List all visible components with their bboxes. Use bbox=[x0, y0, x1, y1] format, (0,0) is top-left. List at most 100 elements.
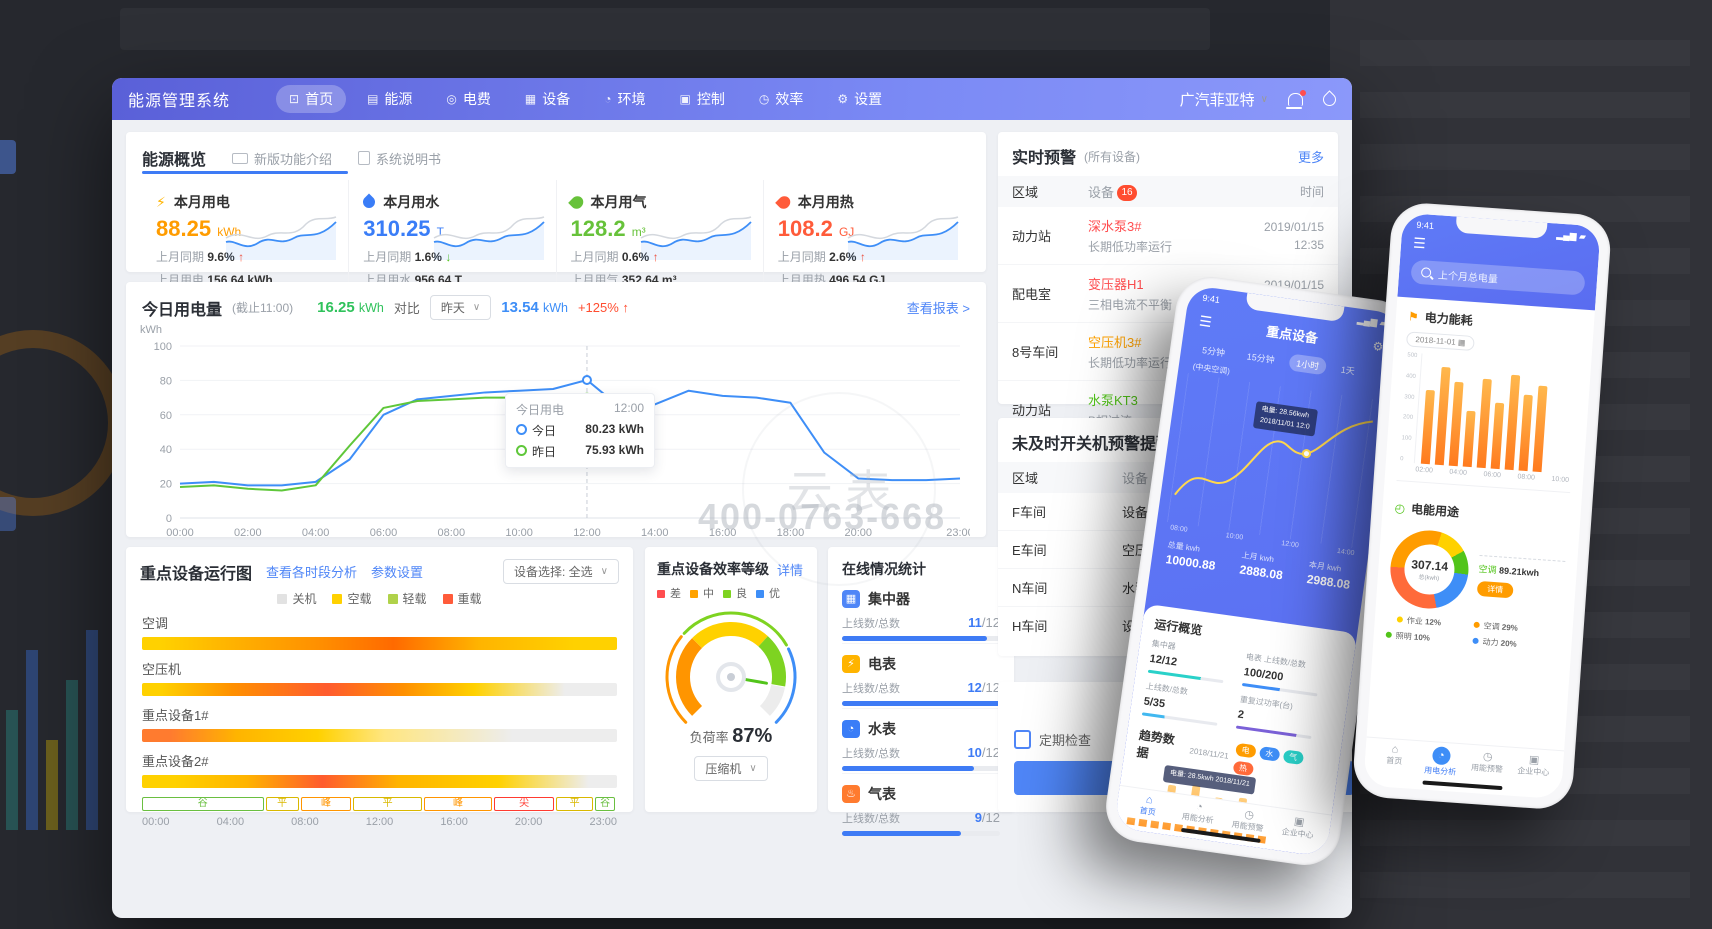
gear-icon: ⚙ bbox=[837, 92, 848, 106]
alert-row[interactable]: 动力站 深水泵3#长期低功率运行 2019/01/1512:35 bbox=[998, 207, 1338, 265]
progress-track bbox=[842, 766, 1000, 771]
pill-heat[interactable]: 热 bbox=[1232, 761, 1254, 777]
progress-fill bbox=[842, 766, 974, 771]
new-features-link[interactable]: 新版功能介绍 bbox=[232, 149, 332, 168]
param-settings-link[interactable]: 参数设置 bbox=[371, 562, 423, 581]
efficiency-gauge-panel: 重点设备效率等级 详情 差 中 良 优 负荷率 87% 压缩机∨ bbox=[645, 547, 817, 812]
load-rate-gauge bbox=[646, 605, 816, 725]
gauge-detail-link[interactable]: 详情 bbox=[777, 560, 803, 579]
chevron-down-icon: ∨ bbox=[473, 302, 480, 313]
notification-bell-icon[interactable] bbox=[1288, 93, 1303, 106]
progress-fill bbox=[842, 701, 1000, 706]
svg-text:40: 40 bbox=[160, 444, 172, 456]
svg-text:60: 60 bbox=[160, 410, 172, 422]
legend-swatch-off bbox=[277, 594, 287, 604]
compressor-select[interactable]: 压缩机∨ bbox=[694, 756, 767, 781]
donut-focus: 空调 89.21kwh bbox=[1478, 561, 1565, 580]
run-gradient-bar[interactable] bbox=[142, 683, 617, 696]
svg-text:06:00: 06:00 bbox=[370, 527, 398, 539]
bg-ghost-bars bbox=[6, 580, 106, 830]
svg-text:02:00: 02:00 bbox=[234, 527, 262, 539]
bg-ghost-tag bbox=[0, 140, 16, 174]
pill-electric[interactable]: 电 bbox=[1235, 743, 1257, 759]
energy-icon: ▤ bbox=[367, 92, 378, 106]
compare-select[interactable]: 昨天∨ bbox=[430, 295, 491, 320]
nav-menu: ⊡首页 ▤能源 ◎电费 ▦设备 ◔环境 ▣控制 ◷效率 ⚙设置 bbox=[276, 85, 895, 113]
environment-icon: ◔ bbox=[604, 92, 611, 106]
tou-segment: 谷 bbox=[595, 797, 615, 811]
water-drop-icon[interactable] bbox=[1320, 90, 1338, 108]
alert-device: 深水泵3# bbox=[1088, 216, 1246, 235]
run-gradient-bar[interactable] bbox=[142, 775, 617, 788]
phone-bottom-nav[interactable]: ⌂首页 ◔用电分析 ◷用能预警 ▣企业中心 bbox=[1364, 737, 1564, 788]
bg-ghost-ring bbox=[0, 330, 126, 516]
bulb-icon: ◎ bbox=[446, 92, 456, 106]
power-bar bbox=[1435, 367, 1451, 465]
tou-segment: 尖 bbox=[494, 797, 554, 811]
gauge-label: 负荷率 87% bbox=[645, 725, 817, 748]
svg-text:08:00: 08:00 bbox=[438, 527, 466, 539]
top-navbar: 能源管理系统 ⊡首页 ▤能源 ◎电费 ▦设备 ◔环境 ▣控制 ◷效率 ⚙设置 广… bbox=[112, 78, 1352, 120]
tou-segment: 平 bbox=[556, 797, 593, 811]
online-item-gas-meter: ♨气表 上线数/总数9/12 bbox=[842, 774, 1000, 838]
panel-title: 能源概览 bbox=[142, 146, 206, 170]
screenshot-stage: 能源管理系统 ⊡首页 ▤能源 ◎电费 ▦设备 ◔环境 ▣控制 ◷效率 ⚙设置 广… bbox=[0, 0, 1712, 929]
power-bar bbox=[1505, 375, 1521, 470]
nav-item-device[interactable]: ▦设备 bbox=[512, 85, 583, 113]
nav-item-control[interactable]: ▣控制 bbox=[667, 85, 738, 113]
online-item-water-meter: ◔水表 上线数/总数10/12 bbox=[842, 709, 1000, 774]
today-usage-panel: 今日用电量 (截止11:00) 16.25 kWh 对比 昨天∨ 13.54 k… bbox=[126, 282, 986, 537]
legend-swatch-idle bbox=[332, 594, 342, 604]
bg-ghost-tag2 bbox=[0, 497, 16, 531]
power-bar bbox=[1449, 382, 1464, 466]
home-icon: ⌂ bbox=[1371, 742, 1418, 757]
nav-item-settings[interactable]: ⚙设置 bbox=[824, 85, 895, 113]
water-drop-icon bbox=[361, 194, 378, 211]
document-icon bbox=[358, 151, 370, 165]
app-title: 能源管理系统 bbox=[128, 87, 230, 111]
manual-link[interactable]: 系统说明书 bbox=[358, 149, 441, 168]
more-link[interactable]: 更多 bbox=[1298, 147, 1324, 166]
nav-item-electric-fee[interactable]: ◎电费 bbox=[433, 85, 503, 113]
chevron-down-icon: ∨ bbox=[749, 763, 756, 774]
online-stats-panel: 在线情况统计 ▦集中器 上线数/总数11/12 ⚡电表 上线数/总数12/12 … bbox=[828, 547, 1014, 812]
run-gradient-bar[interactable] bbox=[142, 637, 617, 650]
sparkline-chart bbox=[222, 212, 340, 260]
menu-icon[interactable]: ☰ bbox=[1198, 312, 1213, 331]
phone-mockup-right: 9:41▂▄▆ ▰ ☰ 上个月总电量 ⚑电力能耗 2018-11-01 ▦ 50… bbox=[1351, 201, 1612, 811]
period-analysis-link[interactable]: 查看各时段分析 bbox=[266, 562, 357, 581]
detail-button[interactable]: 详情 bbox=[1477, 580, 1514, 597]
power-bar bbox=[1519, 395, 1533, 471]
nav-item-home[interactable]: ⊡首页 bbox=[276, 85, 346, 113]
tou-segment: 平 bbox=[353, 797, 421, 811]
pill-water[interactable]: 水 bbox=[1258, 746, 1280, 762]
legend-swatch-poor bbox=[657, 590, 665, 598]
progress-fill bbox=[842, 831, 961, 836]
pill-gas[interactable]: 气 bbox=[1282, 749, 1304, 765]
power-flag-icon: ⚑ bbox=[1408, 309, 1420, 324]
run-gradient-bar[interactable] bbox=[142, 729, 617, 742]
efficiency-icon: ◷ bbox=[759, 92, 769, 106]
energy-use-donut-chart: 307.14总(kwh) bbox=[1388, 528, 1471, 611]
nav-item-efficiency[interactable]: ◷效率 bbox=[746, 85, 816, 113]
company-selector[interactable]: 广汽菲亚特∨ bbox=[1180, 89, 1268, 110]
view-report-link[interactable]: 查看报表 > bbox=[907, 298, 970, 317]
time-of-use-ticks: 00:0004:0008:0012:0016:0020:0023:00 bbox=[142, 816, 617, 828]
home-icon: ⊡ bbox=[289, 92, 299, 106]
date-chip[interactable]: 2018-11-01 ▦ bbox=[1406, 331, 1475, 351]
search-input[interactable]: 上个月总电量 bbox=[1410, 260, 1585, 296]
progress-track bbox=[842, 701, 1000, 706]
run-legend: 关机 空载 轻载 重载 bbox=[126, 590, 633, 607]
notification-dot bbox=[1300, 90, 1306, 96]
nav-item-environment[interactable]: ◔环境 bbox=[591, 85, 658, 113]
nav-item-energy[interactable]: ▤能源 bbox=[354, 85, 425, 113]
gas-flame-icon bbox=[568, 193, 586, 211]
panel-title: 在线情况统计 bbox=[842, 547, 1000, 579]
energy-overview-panel: 能源概览 新版功能介绍 系统说明书 ⚡本月用电 88.25 kWh 上月同期 9… bbox=[126, 132, 986, 272]
gas-meter-icon: ♨ bbox=[842, 785, 860, 803]
device-select[interactable]: 设备选择: 全选∨ bbox=[503, 559, 619, 584]
chart-tooltip: 今日用电12:00 今日80.23 kWh 昨日75.93 kWh bbox=[505, 393, 655, 468]
progress-fill bbox=[842, 636, 987, 641]
water-meter-icon: ◔ bbox=[842, 720, 860, 738]
svg-text:18:00: 18:00 bbox=[777, 527, 805, 539]
